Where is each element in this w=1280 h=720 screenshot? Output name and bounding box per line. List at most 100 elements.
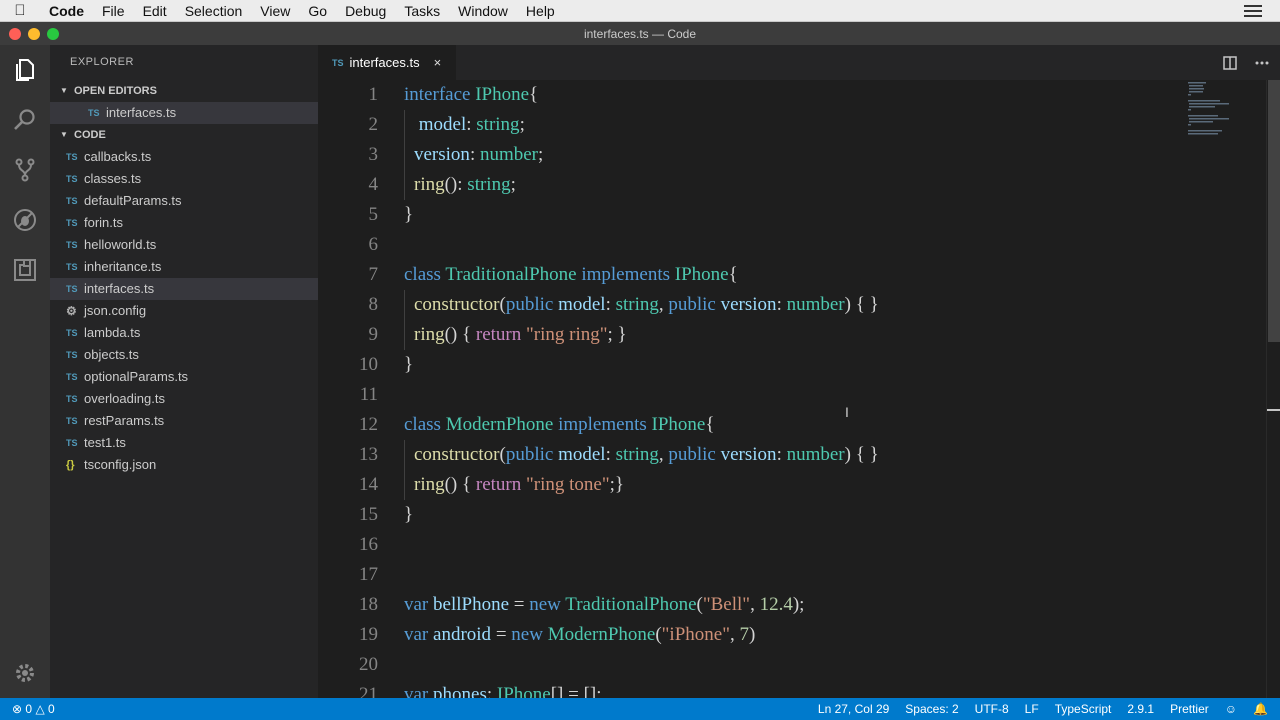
error-icon: ⊗ bbox=[12, 702, 23, 716]
code-token: ) { } bbox=[844, 294, 879, 315]
language-mode[interactable]: TypeScript bbox=[1047, 698, 1120, 720]
menu-window[interactable]: Window bbox=[449, 0, 517, 22]
typescript-file-icon: TS bbox=[66, 152, 78, 162]
file-item[interactable]: TS callbacks.ts bbox=[50, 146, 318, 168]
code-token: constructor bbox=[414, 444, 500, 465]
file-item[interactable]: TS classes.ts bbox=[50, 168, 318, 190]
menu-file[interactable]: File bbox=[93, 0, 134, 22]
code-token: "Bell" bbox=[702, 594, 751, 615]
file-item[interactable]: TS inheritance.ts bbox=[50, 256, 318, 278]
formatter[interactable]: Prettier bbox=[1162, 698, 1217, 720]
code-token: , bbox=[750, 594, 760, 615]
code-token: } bbox=[404, 354, 414, 375]
code-token: IPhone bbox=[674, 264, 729, 285]
code-line: 15} bbox=[318, 500, 1188, 530]
apple-icon[interactable]:  bbox=[0, 2, 40, 19]
zoom-window-button[interactable] bbox=[47, 28, 59, 40]
extensions-icon[interactable] bbox=[0, 245, 50, 295]
code-line: 16 bbox=[318, 530, 1188, 560]
chevron-down-icon: ▼ bbox=[60, 86, 68, 95]
menu-help[interactable]: Help bbox=[517, 0, 564, 22]
minimap[interactable] bbox=[1186, 80, 1266, 140]
notification-bell-icon[interactable]: 🔔 bbox=[1245, 698, 1280, 720]
line-code: ring() { return "ring ring"; } bbox=[404, 320, 627, 350]
indent-guide bbox=[404, 290, 405, 320]
files-icon[interactable] bbox=[0, 45, 50, 95]
close-icon[interactable]: × bbox=[434, 55, 442, 70]
code-line: 2 model: string; bbox=[318, 110, 1188, 140]
file-name: lambda.ts bbox=[84, 325, 141, 340]
search-icon[interactable] bbox=[0, 95, 50, 145]
app-menu[interactable]: Code bbox=[40, 0, 93, 22]
menu-tasks[interactable]: Tasks bbox=[395, 0, 449, 22]
code-line: 3 version: number; bbox=[318, 140, 1188, 170]
line-code: version: number; bbox=[404, 140, 543, 170]
code-token: : bbox=[605, 444, 616, 465]
file-item[interactable]: {} tsconfig.json bbox=[50, 454, 318, 476]
debug-icon[interactable] bbox=[0, 195, 50, 245]
code-token: : bbox=[776, 444, 787, 465]
file-item[interactable]: TS defaultParams.ts bbox=[50, 190, 318, 212]
code-line: 14 ring() { return "ring tone";} bbox=[318, 470, 1188, 500]
menu-edit[interactable]: Edit bbox=[134, 0, 176, 22]
gear-icon[interactable] bbox=[0, 648, 50, 698]
code-token: "iPhone" bbox=[661, 624, 730, 645]
code-token: : bbox=[776, 294, 787, 315]
open-editors-label: OPEN EDITORS bbox=[74, 85, 157, 97]
list-icon[interactable] bbox=[1244, 4, 1262, 17]
open-editors-section[interactable]: ▼ OPEN EDITORS bbox=[50, 80, 318, 102]
code-token: var bbox=[404, 684, 434, 698]
code-token: , bbox=[658, 444, 669, 465]
line-ending[interactable]: LF bbox=[1017, 698, 1047, 720]
code-editor[interactable]: 1 interface IPhone{2 model: string; 3 versi… bbox=[318, 80, 1280, 698]
editor-scrollbar[interactable] bbox=[1266, 80, 1280, 698]
file-name: helloworld.ts bbox=[84, 237, 157, 252]
problems-indicator[interactable]: ⊗ 0 △ 0 bbox=[0, 698, 63, 720]
code-line: 4 ring(): string; bbox=[318, 170, 1188, 200]
code-token: { bbox=[728, 264, 738, 285]
indentation[interactable]: Spaces: 2 bbox=[897, 698, 966, 720]
typescript-file-icon: TS bbox=[66, 438, 78, 448]
code-token: var bbox=[404, 594, 434, 615]
menu-selection[interactable]: Selection bbox=[176, 0, 252, 22]
code-token: ring bbox=[414, 324, 445, 345]
code-token: string bbox=[476, 114, 520, 135]
split-editor-icon[interactable] bbox=[1220, 53, 1240, 73]
folder-label: CODE bbox=[74, 129, 106, 141]
more-actions-icon[interactable] bbox=[1252, 53, 1272, 73]
file-item[interactable]: TS optionalParams.ts bbox=[50, 366, 318, 388]
indent-guide bbox=[404, 170, 405, 200]
line-number: 8 bbox=[368, 294, 379, 315]
scrollbar-thumb[interactable] bbox=[1268, 80, 1280, 342]
file-item[interactable]: ⚙ json.config bbox=[50, 300, 318, 322]
file-item[interactable]: TS interfaces.ts bbox=[50, 278, 318, 300]
line-number: 17 bbox=[359, 564, 378, 585]
code-token: TraditionalPhone bbox=[565, 594, 697, 615]
file-item[interactable]: TS test1.ts bbox=[50, 432, 318, 454]
line-number: 5 bbox=[368, 204, 379, 225]
file-item[interactable]: TS lambda.ts bbox=[50, 322, 318, 344]
code-token: public bbox=[668, 294, 721, 315]
source-control-icon[interactable] bbox=[0, 145, 50, 195]
file-item[interactable]: TS restParams.ts bbox=[50, 410, 318, 432]
folder-section[interactable]: ▼ CODE bbox=[50, 124, 318, 146]
tab-interfaces[interactable]: TS interfaces.ts × bbox=[318, 45, 456, 80]
code-line: 7 class TraditionalPhone implements IPhon… bbox=[318, 260, 1188, 290]
line-code: constructor(public model: string, public… bbox=[404, 440, 879, 470]
open-editor-item[interactable]: TS interfaces.ts bbox=[50, 102, 318, 124]
encoding[interactable]: UTF-8 bbox=[967, 698, 1017, 720]
menu-go[interactable]: Go bbox=[299, 0, 336, 22]
file-item[interactable]: TS helloworld.ts bbox=[50, 234, 318, 256]
file-item[interactable]: TS forin.ts bbox=[50, 212, 318, 234]
file-item[interactable]: TS overloading.ts bbox=[50, 388, 318, 410]
code-token: "ring ring" bbox=[526, 324, 608, 345]
close-window-button[interactable] bbox=[9, 28, 21, 40]
status-bar: ⊗ 0 △ 0 Ln 27, Col 29 Spaces: 2 UTF-8 LF… bbox=[0, 698, 1280, 720]
menu-view[interactable]: View bbox=[251, 0, 299, 22]
cursor-position[interactable]: Ln 27, Col 29 bbox=[810, 698, 897, 720]
minimize-window-button[interactable] bbox=[28, 28, 40, 40]
feedback-smiley-icon[interactable]: ☺ bbox=[1217, 698, 1245, 720]
typescript-version[interactable]: 2.9.1 bbox=[1119, 698, 1162, 720]
file-item[interactable]: TS objects.ts bbox=[50, 344, 318, 366]
menu-debug[interactable]: Debug bbox=[336, 0, 395, 22]
